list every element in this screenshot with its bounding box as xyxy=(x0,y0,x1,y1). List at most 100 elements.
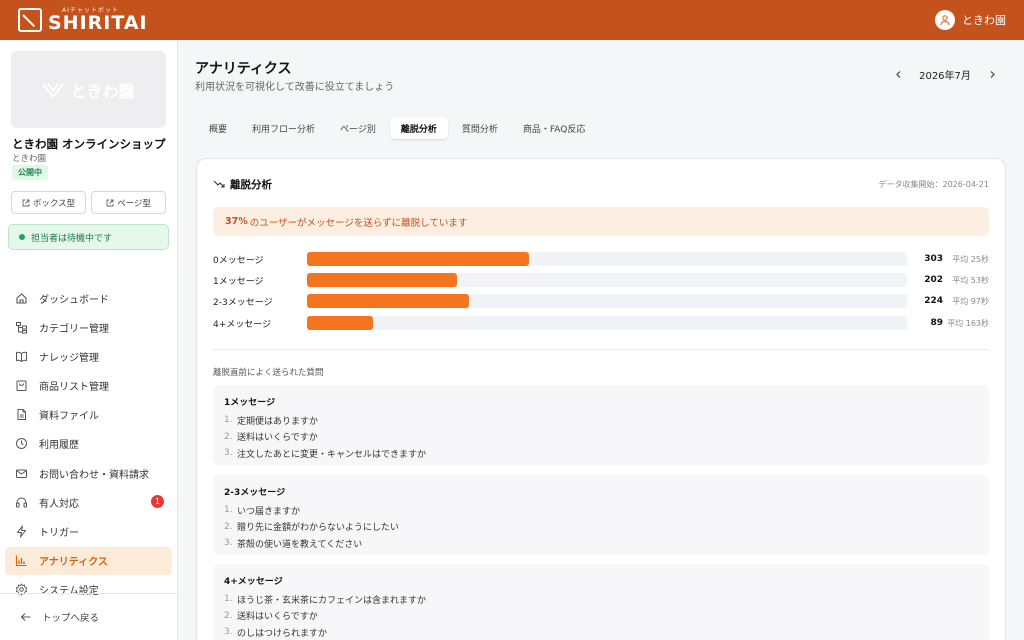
bar-average-time: 平均 53秒 xyxy=(952,275,989,285)
bar-label: 0メッセージ xyxy=(213,255,264,266)
drop-off-alert-text: のユーザーがメッセージを送らずに離脱しています xyxy=(249,217,468,229)
chart-icon xyxy=(15,555,27,567)
page-subtitle: 利用状況を可視化して改善に役立てましょう xyxy=(195,82,395,93)
bar-fill xyxy=(307,294,469,308)
user-menu[interactable]: ときわ園 xyxy=(935,10,1006,30)
sidebar-item-analytics[interactable]: アナリティクス xyxy=(5,546,172,575)
trending-down-icon xyxy=(213,180,225,188)
sidebar-item-products[interactable]: 商品リスト管理 xyxy=(5,372,172,400)
shop-logo-icon xyxy=(42,82,65,99)
live-support-count-badge: 1 xyxy=(151,495,164,509)
bar-count: 89 xyxy=(930,318,943,328)
bar-track xyxy=(307,252,907,266)
shop-thumbnail: ときわ園 xyxy=(11,51,166,128)
list-item: 2. 送料はいくらですか xyxy=(224,431,318,444)
sidebar-item-live-support[interactable]: 有人対応 1 xyxy=(5,488,172,516)
sidebar-item-dashboard[interactable]: ダッシュボード xyxy=(5,284,172,312)
card-title: 離脱分析 xyxy=(230,179,272,191)
brand-logo[interactable]: AIチャットボット SHIRITAI xyxy=(18,6,148,34)
list-item: 3. のしはつけられますか xyxy=(224,627,328,639)
status-dot-icon xyxy=(19,234,25,240)
tab-drop-off[interactable]: 離脱分析 xyxy=(389,117,448,139)
shop-subname: ときわ園 xyxy=(12,154,47,164)
bar-row: 4+メッセージ 89 平均 163秒 xyxy=(213,315,989,331)
sidebar-item-inquiries[interactable]: お問い合わせ・資料請求 xyxy=(5,459,172,487)
brand-logo-mark-icon xyxy=(18,8,42,32)
bar-label: 2-3メッセージ xyxy=(213,297,273,308)
current-month: 2026年7月 xyxy=(919,70,971,82)
sidebar-item-settings[interactable]: システム設定 xyxy=(5,576,172,604)
sidebar: ときわ園 ときわ園 オンラインショップ ときわ園 公開中 ボックス型 ページ型 … xyxy=(0,40,178,640)
next-month-button[interactable] xyxy=(984,66,1000,82)
page-title: アナリティクス xyxy=(195,61,292,77)
question-group-title: 2-3メッセージ xyxy=(224,488,286,498)
bar-average-time: 平均 97秒 xyxy=(952,296,989,306)
bar-fill xyxy=(307,252,529,266)
bar-row: 0メッセージ 303 平均 25秒 xyxy=(213,251,989,267)
list-item: 3. 茶殻の使い道を教えてください xyxy=(224,538,363,550)
user-name: ときわ園 xyxy=(962,14,1006,27)
page-type-button[interactable]: ページ型 xyxy=(91,191,166,214)
list-item: 1. 定期便はありますか xyxy=(224,415,319,427)
book-icon xyxy=(16,351,27,363)
operator-status: 担当者は待機中です xyxy=(8,224,169,250)
chevron-right-icon xyxy=(990,70,995,78)
bar-average-time: 平均 25秒 xyxy=(952,254,989,264)
bolt-icon xyxy=(17,525,26,538)
bar-track xyxy=(307,273,907,287)
sidebar-item-history[interactable]: 利用履歴 xyxy=(5,430,172,458)
shop-name: ときわ園 オンラインショップ xyxy=(12,137,166,151)
chevron-left-icon xyxy=(895,70,900,78)
month-navigator: 2026年7月 xyxy=(890,63,1000,85)
user-avatar-icon xyxy=(935,10,955,30)
arrow-left-icon xyxy=(20,613,31,621)
analytics-tabs: 概要 利用フロー分析 ページ別 離脱分析 質問分析 商品・FAQ反応 xyxy=(198,117,596,139)
mail-icon xyxy=(16,469,27,478)
sidebar-nav: ダッシュボード カテゴリー管理 ナレッジ管理 商品リスト管理 資料ファイル 利用… xyxy=(5,284,172,605)
file-icon xyxy=(17,409,26,421)
clock-icon xyxy=(16,438,27,450)
sidebar-item-categories[interactable]: カテゴリー管理 xyxy=(5,313,172,341)
bar-fill xyxy=(307,273,457,287)
tab-by-page[interactable]: ページ別 xyxy=(329,117,387,139)
brand-subtitle: AIチャットボット xyxy=(62,6,119,14)
shop-thumb-text: ときわ園 xyxy=(70,81,135,101)
bar-row: 2-3メッセージ 224 平均 97秒 xyxy=(213,293,989,309)
prev-month-button[interactable] xyxy=(890,66,906,82)
sidebar-item-triggers[interactable]: トリガー xyxy=(5,518,172,546)
bar-track xyxy=(307,294,907,308)
bar-row: 1メッセージ 202 平均 53秒 xyxy=(213,272,989,288)
list-item: 1. ほうじ茶・玄米茶にカフェインは含まれますか xyxy=(224,594,427,606)
sidebar-divider xyxy=(0,593,178,594)
operator-status-text: 担当者は待機中です xyxy=(31,233,113,244)
bar-average-time: 平均 163秒 xyxy=(947,318,989,328)
drop-off-percent: 37% xyxy=(225,216,248,227)
drop-off-alert: 37% のユーザーがメッセージを送らずに離脱しています xyxy=(213,207,989,236)
bar-label: 1メッセージ xyxy=(213,276,264,287)
external-link-icon xyxy=(106,199,114,206)
public-status-badge: 公開中 xyxy=(12,165,48,180)
card-divider xyxy=(213,349,989,350)
tree-icon xyxy=(16,321,27,334)
tab-usage-flow[interactable]: 利用フロー分析 xyxy=(241,117,326,139)
question-group-2: 2-3メッセージ 1. いつ届きますか 2. 贈り先に金額がわからないようにしたい … xyxy=(213,475,989,555)
question-group-1: 1メッセージ 1. 定期便はありますか 2. 送料はいくらですか 3. 注文したあとに… xyxy=(213,385,989,465)
sidebar-item-files[interactable]: 資料ファイル xyxy=(5,401,172,429)
bar-track xyxy=(307,316,907,330)
top-bar: AIチャットボット SHIRITAI ときわ園 xyxy=(0,0,1024,40)
question-group-title: 4+メッセージ xyxy=(224,577,283,587)
tab-overview[interactable]: 概要 xyxy=(198,117,238,139)
brand-name: SHIRITAI xyxy=(48,11,148,34)
tab-product-faq[interactable]: 商品・FAQ反応 xyxy=(512,117,596,139)
question-list: 1. ほうじ茶・玄米茶にカフェインは含まれますか 2. 送料はいくらですか 3. のし… xyxy=(224,591,426,640)
drop-off-card: 離脱分析 データ収集開始：2026-04-21 37% のユーザーがメッセージを… xyxy=(196,158,1006,640)
list-item: 1. いつ届きますか xyxy=(224,505,301,517)
question-list: 1. いつ届きますか 2. 贈り先に金額がわからないようにしたい 3. 茶殻の使い道を… xyxy=(224,502,399,552)
box-type-button[interactable]: ボックス型 xyxy=(11,191,86,214)
back-to-top-link[interactable]: トップへ戻る xyxy=(20,610,99,624)
gear-icon xyxy=(15,583,28,596)
bar-fill xyxy=(307,316,373,330)
tab-questions[interactable]: 質問分析 xyxy=(451,117,509,139)
sidebar-item-knowledge[interactable]: ナレッジ管理 xyxy=(5,342,172,370)
bar-count: 202 xyxy=(924,275,943,285)
